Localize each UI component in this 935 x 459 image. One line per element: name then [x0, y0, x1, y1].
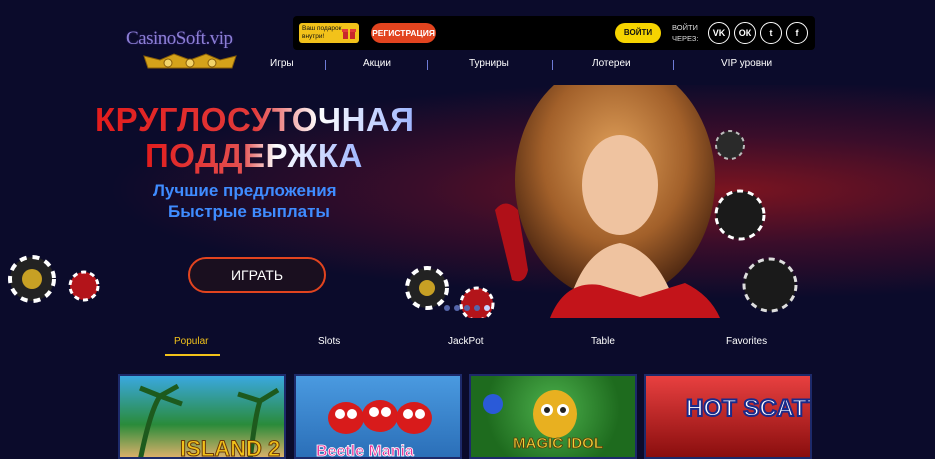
vk-icon[interactable]: VK [708, 22, 730, 44]
nav-divider [427, 60, 428, 70]
site-header: CasinoSoft.vip Ваш подарок внутри! РЕГИС… [0, 0, 935, 85]
facebook-label: f [795, 28, 799, 38]
hero-subline-offers: Лучшие предложения [153, 181, 337, 200]
ok-label: ОК [738, 28, 752, 38]
casino-chips-icon [8, 255, 100, 303]
tab-table[interactable]: Table [591, 336, 615, 347]
nav-divider [325, 60, 326, 70]
vk-label: VK [712, 28, 726, 38]
twitter-icon[interactable]: t [760, 22, 782, 44]
hero-subline-payouts: Быстрые выплаты [168, 202, 330, 221]
nav-item-promotions[interactable]: Акции [363, 58, 391, 69]
logo-text: CasinoSoft.vip [126, 28, 233, 49]
hero-headline-line1: КРУГЛОСУТОЧНАЯ [95, 101, 415, 138]
game-thumbnail: HOT SCATTER [685, 394, 812, 423]
gift-banner[interactable]: Ваш подарок внутри! [299, 23, 359, 43]
carousel-dots [440, 305, 500, 313]
game-tile-magic-idol[interactable]: MAGIC IDOL [469, 374, 637, 459]
game-title-text: Beetle Mania [316, 443, 414, 459]
login-button[interactable]: ВОЙТИ [615, 23, 661, 43]
register-button[interactable]: РЕГИСТРАЦИЯ [371, 23, 436, 43]
game-thumbnail: MAGIC IDOL [483, 390, 603, 452]
tab-slots[interactable]: Slots [318, 336, 340, 347]
nav-item-games[interactable]: Игры [270, 58, 294, 69]
game-thumbnail: Beetle Mania [316, 400, 432, 459]
facebook-icon[interactable]: f [786, 22, 808, 44]
top-action-bar: Ваш подарок внутри! РЕГИСТРАЦИЯ ВОЙТИ ВО… [293, 16, 815, 50]
active-tab-indicator [165, 354, 220, 356]
game-title-text: ISLAND 2 [180, 436, 280, 459]
carousel-dot-active[interactable] [484, 305, 490, 311]
twitter-label: t [769, 28, 773, 38]
game-title-text: MAGIC IDOL [513, 435, 603, 452]
game-tile-hot-scatter[interactable]: HOT SCATTER [644, 374, 812, 459]
game-title-text: HOT SCATTER [686, 395, 812, 422]
nav-divider [673, 60, 674, 70]
gift-icon [342, 29, 356, 39]
nav-item-tournaments[interactable]: Турниры [469, 58, 509, 69]
odnoklassniki-icon[interactable]: ОК [734, 22, 756, 44]
nav-item-lotteries[interactable]: Лотереи [592, 58, 631, 69]
carousel-dot[interactable] [454, 305, 460, 311]
main-nav: Игры Акции Турниры Лотереи VIP уровни [230, 58, 820, 74]
nav-item-vip-levels[interactable]: VIP уровни [721, 58, 772, 69]
nav-divider [552, 60, 553, 70]
game-category-tabs: Popular Slots JackPot Table Favorites [0, 318, 935, 368]
hero-model-image [495, 85, 798, 318]
play-button[interactable]: ИГРАТЬ [188, 257, 326, 293]
game-thumbnail: ISLAND 2 [138, 383, 281, 459]
game-tile-beetle-mania[interactable]: Beetle Mania [294, 374, 462, 459]
game-tile-island-2[interactable]: ISLAND 2 [118, 374, 286, 459]
gift-text: Ваш подарок внутри! [302, 25, 342, 40]
login-via-label: ВОЙТИ ЧЕРЕЗ: [672, 23, 699, 43]
crown-icon [143, 53, 237, 69]
carousel-dot[interactable] [444, 305, 450, 311]
tab-popular[interactable]: Popular [174, 336, 208, 347]
hero-banner: КРУГЛОСУТОЧНАЯ ПОДДЕРЖКА Лучшие предложе… [0, 85, 935, 318]
hero-headline-line2: ПОДДЕРЖКА [145, 137, 363, 174]
carousel-dot[interactable] [464, 305, 470, 311]
tab-favorites[interactable]: Favorites [726, 336, 767, 347]
carousel-dot[interactable] [474, 305, 480, 311]
tab-jackpot[interactable]: JackPot [448, 336, 484, 347]
